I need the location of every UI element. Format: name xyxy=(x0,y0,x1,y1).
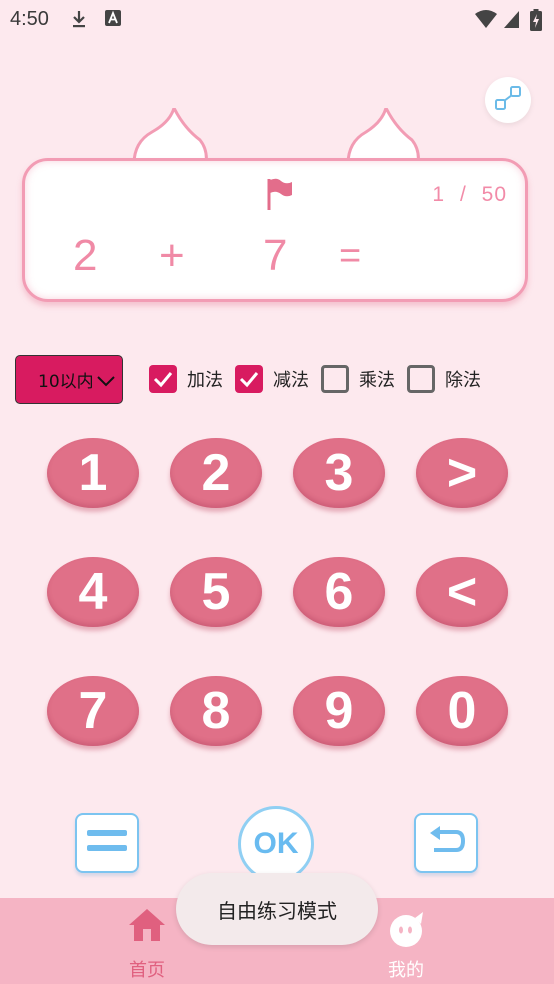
text-a-icon xyxy=(104,9,122,32)
key-0[interactable]: 0 xyxy=(416,676,508,746)
check-icon xyxy=(153,372,173,388)
range-select-value: 10以内 xyxy=(38,372,94,392)
toast-message: 自由练习模式 xyxy=(176,873,378,945)
options-row: 10以内 加法 减法 乘法 除法 xyxy=(15,355,545,405)
option-division-label: 除法 xyxy=(445,370,481,391)
status-time: 4:50 xyxy=(10,8,49,30)
key-1[interactable]: 1 xyxy=(47,438,139,508)
ok-button[interactable]: OK xyxy=(238,806,314,882)
key-less-than[interactable]: < xyxy=(416,557,508,627)
equals-icon xyxy=(87,828,127,858)
status-bar: 4:50 xyxy=(0,0,554,38)
range-select[interactable]: 10以内 xyxy=(15,355,123,404)
option-addition[interactable]: 加法 xyxy=(149,365,223,393)
option-multiplication[interactable]: 乘法 xyxy=(321,365,395,393)
option-addition-label: 加法 xyxy=(187,370,223,391)
chevron-down-icon xyxy=(97,372,115,392)
undo-icon xyxy=(426,826,466,860)
option-multiplication-label: 乘法 xyxy=(359,370,395,391)
key-8[interactable]: 8 xyxy=(170,676,262,746)
cat-face-icon xyxy=(387,910,425,952)
flag-icon[interactable] xyxy=(265,177,293,215)
key-5[interactable]: 5 xyxy=(170,557,262,627)
progress-separator: / xyxy=(459,183,467,206)
nav-me-label: 我的 xyxy=(388,960,424,981)
equals-button[interactable] xyxy=(75,813,139,873)
battery-charging-icon xyxy=(530,9,542,36)
wifi-icon xyxy=(474,9,498,34)
key-greater-than[interactable]: > xyxy=(416,438,508,508)
key-4[interactable]: 4 xyxy=(47,557,139,627)
equation: 2 + 7 = xyxy=(25,231,525,291)
key-6[interactable]: 6 xyxy=(293,557,385,627)
key-2[interactable]: 2 xyxy=(170,438,262,508)
question-panel: 1 / 50 2 + 7 = xyxy=(22,158,528,302)
signal-icon xyxy=(502,9,520,34)
option-subtraction-label: 减法 xyxy=(273,370,309,391)
equals-sign: = xyxy=(339,235,362,277)
checkbox-multiplication[interactable] xyxy=(321,365,349,393)
question-card: 1 / 50 2 + 7 = xyxy=(22,108,532,308)
checkbox-addition[interactable] xyxy=(149,365,177,393)
operator: + xyxy=(159,231,185,280)
nav-home-label: 首页 xyxy=(129,960,165,981)
checkbox-subtraction[interactable] xyxy=(235,365,263,393)
operand-2: 7 xyxy=(263,231,288,280)
key-7[interactable]: 7 xyxy=(47,676,139,746)
question-progress: 1 / 50 xyxy=(432,183,507,207)
option-subtraction[interactable]: 减法 xyxy=(235,365,309,393)
checkbox-division[interactable] xyxy=(407,365,435,393)
check-icon xyxy=(239,372,259,388)
progress-total: 50 xyxy=(481,183,507,206)
operand-1: 2 xyxy=(73,231,98,280)
download-icon xyxy=(70,9,88,34)
home-icon xyxy=(128,908,166,946)
key-3[interactable]: 3 xyxy=(293,438,385,508)
key-9[interactable]: 9 xyxy=(293,676,385,746)
undo-button[interactable] xyxy=(414,813,478,873)
option-division[interactable]: 除法 xyxy=(407,365,481,393)
progress-current: 1 xyxy=(432,183,446,206)
